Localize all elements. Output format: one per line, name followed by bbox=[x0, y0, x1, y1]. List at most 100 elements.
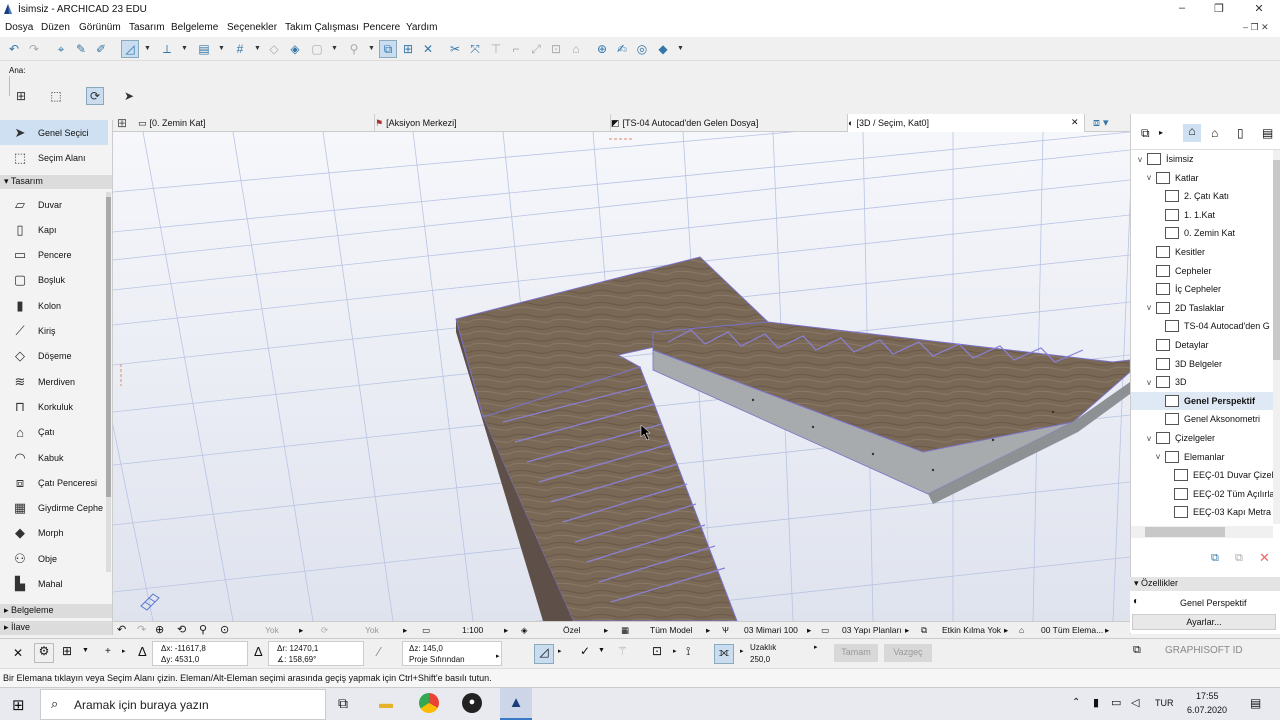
3d-viewport[interactable] bbox=[113, 132, 1130, 621]
chevron-down-icon[interactable]: ▼ bbox=[598, 647, 605, 654]
notification-icon[interactable]: ▤ bbox=[1250, 696, 1261, 710]
menu-secenekler[interactable]: Seçenekler bbox=[227, 22, 277, 33]
network-icon[interactable]: ▭ bbox=[1111, 696, 1121, 709]
chevron-down-icon[interactable]: ▼ bbox=[331, 45, 338, 52]
maximize-button[interactable]: ❐ bbox=[1211, 2, 1227, 16]
menu-belgeleme[interactable]: Belgeleme bbox=[171, 22, 218, 33]
chevron-right-icon[interactable]: ▸ bbox=[1004, 625, 1008, 636]
cancel-button[interactable]: Vazgeç bbox=[884, 644, 932, 662]
coord-xy-field[interactable]: Δx: -11617,8 Δy: 4531,0 bbox=[152, 641, 248, 666]
graphic-override[interactable]: 00 Tüm Elema... bbox=[1041, 625, 1103, 635]
settings-button[interactable]: Ayarlar... bbox=[1132, 614, 1276, 630]
tool-döşeme[interactable]: ◇ Döşeme bbox=[0, 344, 108, 369]
tree-item[interactable]: Genel Aksonometri bbox=[1131, 410, 1260, 428]
chrome-icon[interactable] bbox=[419, 693, 439, 713]
rotate-icon[interactable]: ⟳ bbox=[321, 625, 328, 636]
tree-item[interactable]: 3D Belgeler bbox=[1131, 355, 1222, 373]
group-ilave[interactable]: ▸ İlave bbox=[0, 621, 112, 635]
polygon-method-icon[interactable]: ⚙ bbox=[34, 643, 54, 663]
pick-up-icon[interactable]: ✎ bbox=[72, 40, 90, 58]
tree-item[interactable]: v İsimsiz bbox=[1131, 150, 1194, 168]
ok-button[interactable]: Tamam bbox=[834, 644, 878, 662]
tree-item[interactable]: 0. Zemin Kat bbox=[1131, 224, 1235, 242]
snap-points-icon[interactable]: ⟟ bbox=[686, 644, 690, 659]
organizer-icon[interactable]: ⧉ bbox=[1141, 126, 1150, 141]
plan-type[interactable]: 03 Yapı Planları bbox=[842, 625, 902, 635]
tree-item[interactable]: TS-04 Autocad'den G bbox=[1131, 317, 1270, 335]
group-tasarim[interactable]: ▾ Tasarım bbox=[0, 175, 112, 189]
scale-value[interactable]: 1:100 bbox=[462, 625, 483, 635]
marquee-type-icon[interactable]: ⬚ bbox=[47, 87, 65, 105]
menu-yardim[interactable]: Yardım bbox=[406, 22, 438, 33]
chevron-down-icon[interactable]: v bbox=[1144, 378, 1154, 387]
grid-snap-icon[interactable]: # bbox=[231, 40, 249, 58]
redo-zoom-icon[interactable]: ↷ bbox=[137, 623, 146, 636]
chevron-right-icon[interactable]: ▸ bbox=[558, 647, 562, 655]
tree-item[interactable]: EEÇ-02 Tüm Açılırla bbox=[1131, 485, 1273, 503]
model-view[interactable]: Tüm Model bbox=[650, 625, 693, 635]
roof-trim-icon[interactable]: ⌂ bbox=[567, 40, 585, 58]
tool-obje[interactable]: ⚇ Obje bbox=[0, 546, 108, 571]
chevron-right-icon[interactable]: ▸ bbox=[1159, 128, 1163, 137]
orbit-view-icon[interactable]: ⟲ bbox=[177, 623, 186, 636]
tree-item[interactable]: EEÇ-01 Duvar Çizel bbox=[1131, 466, 1273, 484]
scrollbar-thumb[interactable] bbox=[1273, 160, 1280, 360]
adjust-icon[interactable]: ⤧ bbox=[466, 40, 484, 58]
hscrollbar-thumb[interactable] bbox=[1145, 527, 1225, 537]
pointer-icon[interactable]: ➤ bbox=[120, 87, 138, 105]
tree-item[interactable]: İç Cepheler bbox=[1131, 280, 1221, 298]
tab-3d-secim[interactable]: ◐ [3D / Seçim, Kat0] ✕ bbox=[848, 114, 1085, 132]
shade-icon[interactable]: ✍ bbox=[613, 40, 631, 58]
redo-icon[interactable]: ↷ bbox=[25, 40, 43, 58]
graphisoft-id-label[interactable]: GRAPHISOFT ID bbox=[1165, 645, 1243, 656]
clock-date[interactable]: 6.07.2020 bbox=[1187, 705, 1227, 715]
menu-gorunum[interactable]: Görünüm bbox=[79, 22, 121, 33]
zoom-in-icon[interactable]: ⊕ bbox=[155, 623, 164, 636]
group-belgeleme[interactable]: ▸ Belgeleme bbox=[0, 604, 112, 618]
volume-icon[interactable]: ◁ bbox=[1131, 696, 1139, 709]
yok-1[interactable]: Yok bbox=[265, 625, 279, 635]
renovation-icon[interactable]: ▢ bbox=[308, 40, 326, 58]
renovation-filter[interactable]: Etkin Kılma Yok bbox=[942, 625, 1001, 635]
split-icon[interactable]: ✂ bbox=[446, 40, 464, 58]
tree-item[interactable]: 1. 1.Kat bbox=[1131, 206, 1215, 224]
tab-aksiyon-merkezi[interactable]: ⚑ [Aksiyon Merkezi] bbox=[375, 114, 611, 132]
chevron-down-icon[interactable]: v bbox=[1153, 452, 1163, 461]
tree-item[interactable]: 2. Çatı Katı bbox=[1131, 187, 1229, 205]
tree-item[interactable]: v 3D bbox=[1131, 373, 1187, 391]
tree-item[interactable]: EEÇ-03 Kapı Metra bbox=[1131, 503, 1271, 521]
chevron-down-icon[interactable]: v bbox=[1144, 173, 1154, 182]
curtain-edit-icon[interactable]: ⊡ bbox=[547, 40, 565, 58]
tool-çatı-penceresi[interactable]: ⧈ Çatı Penceresi bbox=[0, 470, 108, 495]
chevron-down-icon[interactable]: ▼ bbox=[254, 45, 261, 52]
undo-icon[interactable]: ↶ bbox=[5, 40, 23, 58]
gravity-icon[interactable]: ⊡ bbox=[652, 644, 662, 658]
tree-hscrollbar[interactable] bbox=[1131, 526, 1273, 538]
snap-guide-icon[interactable]: ⟂ bbox=[158, 40, 176, 58]
layer-icon[interactable]: ◇ bbox=[265, 40, 283, 58]
chevron-down-icon[interactable]: ▼ bbox=[181, 45, 188, 52]
plus-icon[interactable]: + bbox=[105, 646, 111, 657]
chevron-right-icon[interactable]: ▸ bbox=[706, 625, 710, 636]
layout-book-icon[interactable]: ▯ bbox=[1237, 126, 1244, 140]
close-button[interactable]: ✕ bbox=[1251, 2, 1267, 16]
tool-çatı[interactable]: ⌂ Çatı bbox=[0, 420, 108, 445]
3d-view-icon[interactable]: ⊕ bbox=[593, 40, 611, 58]
properties-header[interactable]: ▾ Özellikler bbox=[1130, 577, 1280, 591]
menu-duzen[interactable]: Düzen bbox=[41, 22, 70, 33]
coord-polar-field[interactable]: Δr: 12470,1 ∡: 158,69° bbox=[268, 641, 364, 666]
new-view-icon[interactable]: ⧉ bbox=[1211, 552, 1219, 565]
walk-icon[interactable]: ⚲ bbox=[199, 623, 207, 636]
chevron-right-icon[interactable]: ▸ bbox=[905, 625, 909, 636]
chevron-right-icon[interactable]: ▸ bbox=[1105, 625, 1109, 636]
chevron-up-icon[interactable]: ⌃ bbox=[1072, 697, 1080, 708]
minimize-button[interactable]: – bbox=[1174, 2, 1190, 16]
tool-pencere[interactable]: ▭ Pencere bbox=[0, 243, 108, 268]
tool-korkuluk[interactable]: ⊓ Korkuluk bbox=[0, 394, 108, 419]
tool-kolon[interactable]: ▮ Kolon bbox=[0, 293, 108, 318]
render-style-icon[interactable]: ◆ bbox=[654, 40, 672, 58]
project-map-icon[interactable]: ⌂ bbox=[1183, 124, 1201, 142]
chevron-down-icon[interactable]: v bbox=[1135, 155, 1145, 164]
close-icon[interactable]: ✕ bbox=[13, 646, 23, 660]
undo-zoom-icon[interactable]: ↶ bbox=[117, 623, 126, 636]
